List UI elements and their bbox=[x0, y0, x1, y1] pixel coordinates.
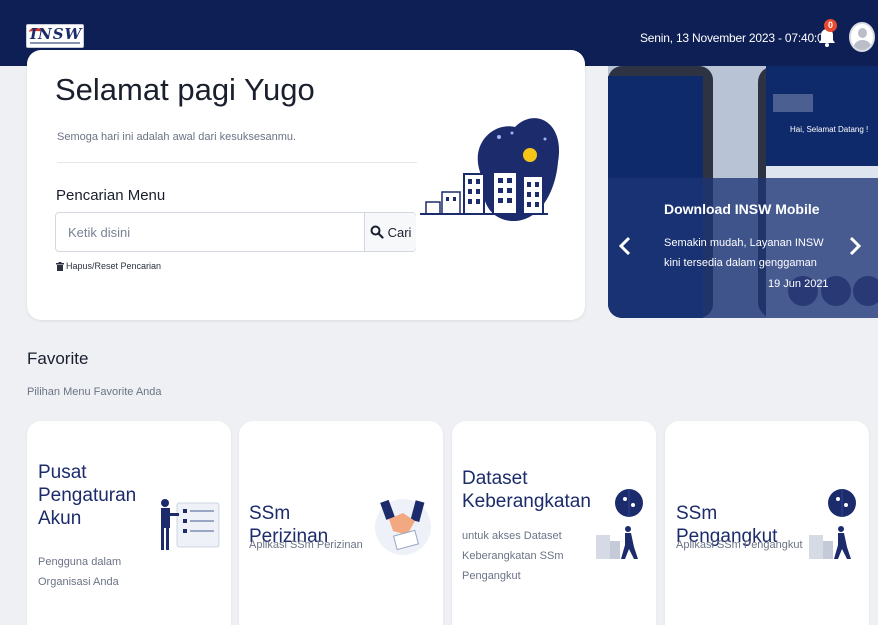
favorite-card-ssm-perizinan[interactable]: SSm Perizinan Aplikasi SSm Perizinan bbox=[239, 421, 443, 625]
phone-greeting-text: Hai, Selamat Datang ! bbox=[790, 125, 869, 134]
header-datetime: Senin, 13 November 2023 - 07:40:01 bbox=[640, 31, 830, 45]
search-icon bbox=[370, 225, 384, 239]
search-button[interactable]: Cari bbox=[364, 213, 416, 251]
favorite-card-account-settings[interactable]: Pusat Pengaturan Akun Pengguna dalam Org… bbox=[27, 421, 231, 625]
account-settings-icon bbox=[161, 499, 220, 550]
phone-mockup-illustration bbox=[608, 66, 878, 318]
departure-logistics-icon bbox=[596, 489, 643, 559]
favorite-card-description: Aplikasi SSm Pengangkut bbox=[676, 539, 803, 551]
favorite-card-title: Pusat Pengaturan Akun bbox=[38, 462, 137, 529]
favorite-card-description: Aplikasi SSm Perizinan bbox=[249, 539, 363, 551]
welcome-divider bbox=[57, 162, 417, 163]
menu-search-title: Pencarian Menu bbox=[56, 187, 166, 204]
avatar-head-shape bbox=[858, 28, 867, 38]
favorite-card-description: Pengguna dalam Organisasi Anda bbox=[38, 556, 122, 588]
favorite-card-description: untuk akses Dataset Keberangkatan SSm Pe… bbox=[462, 530, 564, 582]
reset-search-label: Hapus/Reset Pencarian bbox=[66, 261, 162, 271]
favorite-section-subtitle: Pilihan Menu Favorite Anda bbox=[27, 386, 162, 398]
greeting-heading: Selamat pagi Yugo bbox=[55, 72, 315, 107]
user-avatar[interactable] bbox=[849, 22, 875, 52]
reset-search-link[interactable]: Hapus/Reset Pencarian bbox=[56, 261, 161, 271]
trash-icon bbox=[56, 261, 64, 271]
carrier-logistics-icon bbox=[809, 489, 856, 559]
notification-badge: 0 bbox=[824, 19, 837, 32]
banner-description: Semakin mudah, Layanan INSW kini tersedi… bbox=[664, 237, 824, 269]
chevron-right-icon bbox=[849, 236, 862, 256]
logo-text: INSW bbox=[30, 25, 83, 43]
menu-search-input[interactable] bbox=[56, 213, 364, 251]
favorite-card-ssm-pengangkut[interactable]: SSm Pengangkut Aplikasi SSm Pengangkut bbox=[665, 421, 869, 625]
carousel-prev-button[interactable] bbox=[618, 236, 636, 260]
avatar-body-shape bbox=[854, 40, 871, 50]
license-handshake-icon bbox=[375, 499, 431, 555]
banner-title: Download INSW Mobile bbox=[664, 201, 820, 217]
carousel-next-button[interactable] bbox=[848, 236, 866, 260]
city-illustration bbox=[420, 118, 560, 222]
banner-date: 19 Jun 2021 bbox=[768, 278, 829, 290]
search-button-label: Cari bbox=[387, 224, 412, 240]
favorite-section-title: Favorite bbox=[27, 349, 89, 368]
greeting-subtitle: Semoga hari ini adalah awal dari kesukse… bbox=[57, 131, 297, 143]
mobile-app-banner[interactable] bbox=[608, 66, 878, 318]
favorite-card-dataset-keberangkatan[interactable]: Dataset Keberangkatan untuk akses Datase… bbox=[452, 421, 656, 625]
chevron-left-icon bbox=[618, 236, 631, 256]
logo-tagline-bar bbox=[30, 42, 80, 44]
menu-search-box: Cari bbox=[55, 212, 416, 252]
insw-logo[interactable]: INSW bbox=[26, 24, 84, 48]
favorite-card-title: Dataset Keberangkatan bbox=[462, 468, 591, 512]
